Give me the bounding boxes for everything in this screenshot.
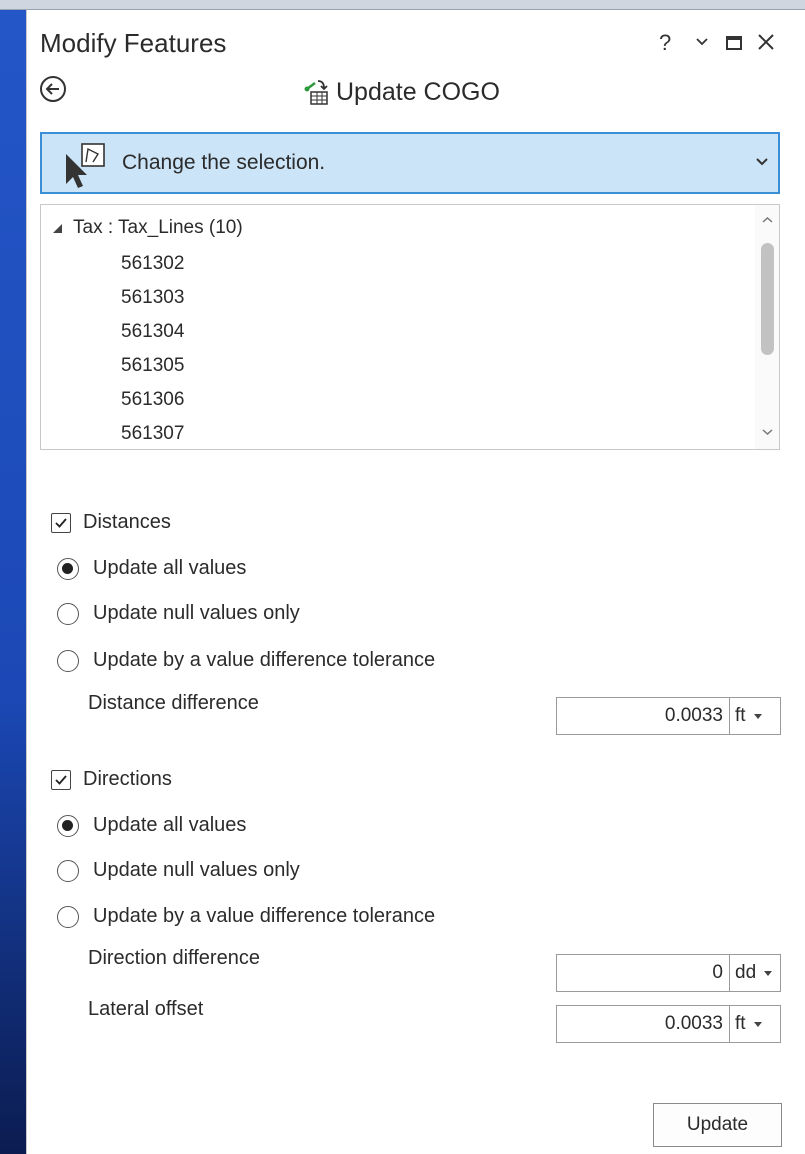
radio-button[interactable]: [57, 814, 79, 837]
back-button[interactable]: [40, 76, 66, 102]
distance-difference-label: Distance difference: [88, 692, 259, 714]
distances-checkbox[interactable]: [51, 512, 71, 533]
option-label: Update by a value difference tolerance: [93, 649, 436, 671]
update-cogo-icon: [304, 80, 328, 105]
caret-down-icon: [753, 1021, 762, 1027]
checkmark-icon: [55, 517, 67, 528]
direction-unit-dropdown[interactable]: dd: [730, 955, 780, 991]
tree-item[interactable]: 561305: [121, 355, 184, 377]
pane-menu-button[interactable]: [695, 26, 709, 64]
modify-features-pane: Modify Features ? Update COGO Change the…: [26, 10, 805, 1154]
tree-item[interactable]: 561303: [121, 287, 184, 309]
directions-option-tolerance[interactable]: Update by a value difference tolerance: [57, 905, 435, 928]
distances-option-tolerance[interactable]: Update by a value difference tolerance: [57, 649, 435, 672]
distances-option-null[interactable]: Update null values only: [57, 602, 300, 625]
tree-parent-label: Tax : Tax_Lines (10): [73, 217, 243, 238]
chevron-down-icon: [756, 158, 768, 166]
update-button[interactable]: Update: [653, 1103, 782, 1147]
radio-button[interactable]: [57, 905, 79, 928]
chevron-down-icon: [696, 38, 708, 46]
pane-title: Modify Features: [40, 28, 227, 58]
option-label: Update by a value difference tolerance: [93, 905, 436, 927]
selection-label: Change the selection.: [122, 151, 326, 174]
option-label: Update null values only: [93, 859, 300, 881]
distance-difference-input[interactable]: 0.0033: [557, 698, 730, 734]
tree-item[interactable]: 561304: [121, 321, 184, 343]
distance-difference-field[interactable]: 0.0033 ft: [556, 697, 781, 735]
tree-parent-item[interactable]: Tax : Tax_Lines (10): [51, 217, 243, 239]
tree-scrollbar[interactable]: [755, 205, 779, 449]
desktop-left-edge: [0, 10, 26, 1154]
expanded-triangle-icon: [53, 224, 62, 233]
help-button[interactable]: ?: [659, 28, 671, 58]
back-arrow-icon: [45, 83, 59, 95]
unit-label: ft: [735, 1013, 746, 1034]
directions-option-null[interactable]: Update null values only: [57, 859, 300, 882]
checkmark-icon: [55, 774, 67, 785]
caret-down-icon: [764, 970, 773, 976]
distances-option-all[interactable]: Update all values: [57, 557, 246, 580]
close-icon: [758, 34, 774, 50]
directions-checkbox[interactable]: [51, 769, 71, 790]
tree-item[interactable]: 561302: [121, 253, 184, 275]
option-label: Update all values: [93, 557, 247, 579]
scrollbar-thumb[interactable]: [761, 243, 774, 355]
unit-label: dd: [735, 962, 757, 983]
distance-unit-dropdown[interactable]: ft: [730, 698, 780, 734]
radio-button[interactable]: [57, 859, 79, 882]
background-window-strip: [0, 0, 805, 10]
direction-difference-field[interactable]: 0 dd: [556, 954, 781, 992]
unit-label: ft: [735, 705, 746, 726]
direction-difference-input[interactable]: 0: [557, 955, 730, 991]
caret-down-icon: [753, 713, 762, 719]
radio-button[interactable]: [57, 649, 79, 672]
lateral-offset-field[interactable]: 0.0033 ft: [556, 1005, 781, 1043]
distances-label: Distances: [83, 511, 171, 533]
lateral-offset-input[interactable]: 0.0033: [557, 1006, 730, 1042]
change-selection-dropdown[interactable]: Change the selection.: [40, 132, 780, 194]
directions-label: Directions: [83, 768, 172, 790]
radio-button[interactable]: [57, 602, 79, 625]
tool-title: Update COGO: [336, 77, 500, 106]
tree-item[interactable]: 561307: [121, 423, 184, 445]
selected-features-tree[interactable]: Tax : Tax_Lines (10) 561302 561303 56130…: [40, 204, 780, 450]
directions-checkbox-row[interactable]: Directions: [51, 768, 172, 791]
option-label: Update null values only: [93, 602, 300, 624]
option-label: Update all values: [93, 814, 247, 836]
select-features-icon: [66, 143, 105, 188]
radio-button[interactable]: [57, 557, 79, 580]
directions-option-all[interactable]: Update all values: [57, 814, 246, 837]
scroll-down-icon[interactable]: [761, 427, 774, 437]
tree-item[interactable]: 561306: [121, 389, 184, 411]
scroll-up-icon[interactable]: [761, 215, 774, 225]
direction-difference-label: Direction difference: [88, 947, 260, 969]
close-button[interactable]: [756, 28, 776, 66]
maximize-button[interactable]: [725, 28, 743, 66]
tool-header: Update COGO: [302, 76, 500, 108]
offset-unit-dropdown[interactable]: ft: [730, 1006, 780, 1042]
lateral-offset-label: Lateral offset: [88, 998, 204, 1020]
maximize-icon: [726, 36, 742, 50]
distances-checkbox-row[interactable]: Distances: [51, 511, 171, 534]
